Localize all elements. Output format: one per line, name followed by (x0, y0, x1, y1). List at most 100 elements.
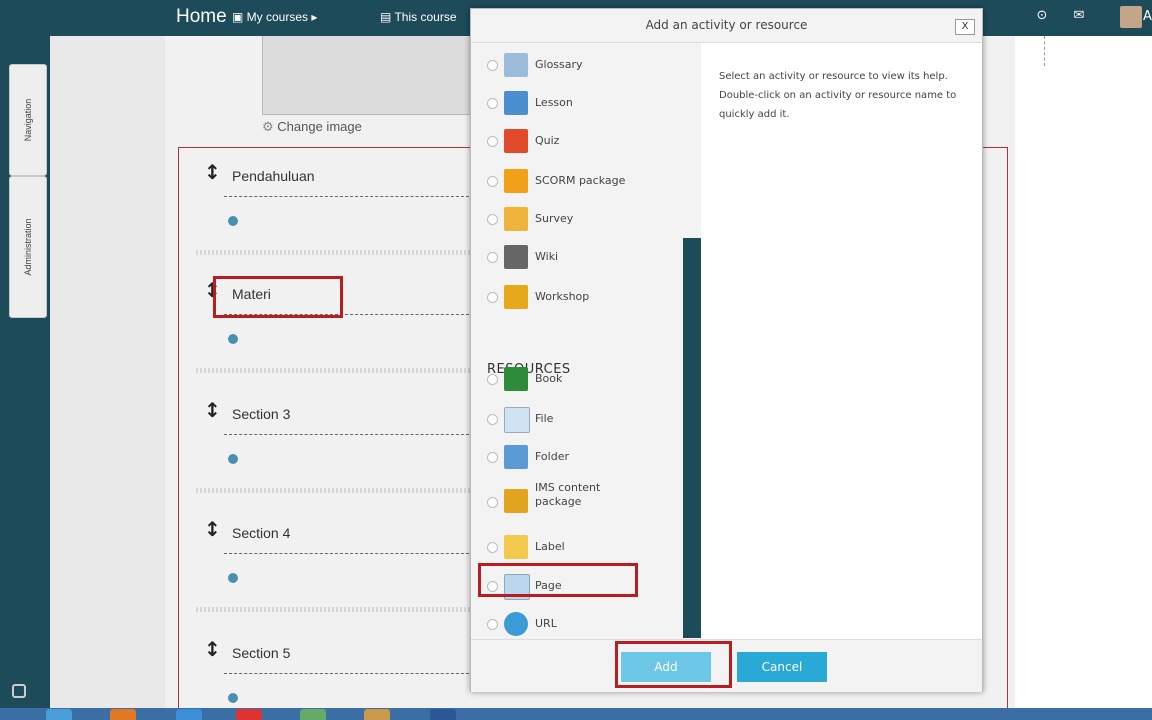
option-label: Wiki (535, 250, 559, 263)
option-label: SCORM package (535, 174, 626, 187)
start-icon[interactable] (46, 709, 72, 720)
user-menu-label[interactable]: A (1143, 9, 1152, 24)
option-ims[interactable]: IMS content package (487, 481, 677, 521)
change-image-label: Change image (277, 119, 362, 134)
my-courses-label: My courses ▸ (246, 10, 318, 24)
administration-tab-label: Administration (23, 218, 33, 276)
administration-dock-tab[interactable]: Administration (9, 176, 47, 318)
radio-button[interactable] (487, 214, 498, 225)
section-separator (196, 368, 476, 373)
scrollbar-thumb[interactable] (683, 238, 701, 638)
taskbar-app-icon[interactable] (176, 709, 202, 720)
radio-button[interactable] (487, 414, 498, 425)
edit-gear-icon[interactable] (228, 454, 238, 464)
radio-button[interactable] (487, 136, 498, 147)
option-label: Label (535, 540, 565, 553)
radio-button[interactable] (487, 542, 498, 553)
right-divider (1044, 36, 1045, 66)
taskbar-app-icon[interactable] (430, 709, 456, 720)
messages-icon[interactable]: ✉ (1072, 9, 1086, 23)
move-arrow-icon[interactable]: ↕ (204, 398, 221, 422)
this-course-label: This course (394, 10, 457, 24)
radio-button[interactable] (487, 252, 498, 263)
home-link[interactable]: Home (176, 6, 227, 28)
radio-button[interactable] (487, 619, 498, 630)
taskbar-app-icon[interactable] (300, 709, 326, 720)
move-arrow-icon[interactable]: ↕ (204, 517, 221, 541)
radio-button[interactable] (487, 176, 498, 187)
folder-icon (504, 445, 528, 469)
help-icon[interactable]: ⊙ (1035, 9, 1049, 23)
option-label: Lesson (535, 96, 573, 109)
course-image (262, 36, 474, 115)
edit-gear-icon[interactable] (228, 693, 238, 703)
move-arrow-icon[interactable]: ↕ (204, 160, 221, 184)
close-button[interactable]: X (955, 19, 975, 35)
glossary-icon (504, 53, 528, 77)
option-workshop[interactable]: Workshop (487, 283, 677, 313)
option-wiki[interactable]: Wiki (487, 243, 677, 273)
navigation-dock-tab[interactable]: Navigation (9, 64, 47, 176)
dialog-header: Add an activity or resource X (471, 9, 982, 43)
section-separator (196, 250, 476, 255)
option-url[interactable]: URL (487, 610, 677, 639)
my-courses-menu[interactable]: ▣ My courses ▸ (232, 10, 317, 24)
edit-gear-icon[interactable] (228, 334, 238, 344)
add-highlight (615, 641, 732, 688)
option-glossary[interactable]: Glossary (487, 51, 677, 81)
edit-gear-icon[interactable] (228, 216, 238, 226)
options-list[interactable]: Glossary Lesson Quiz SCORM package Surve… (471, 43, 683, 639)
option-file[interactable]: File (487, 405, 677, 435)
option-survey[interactable]: Survey (487, 205, 677, 235)
option-label-resource[interactable]: Label (487, 533, 677, 563)
survey-icon (504, 207, 528, 231)
quiz-icon (504, 129, 528, 153)
radio-button[interactable] (487, 98, 498, 109)
avatar[interactable] (1120, 6, 1142, 28)
radio-button[interactable] (487, 374, 498, 385)
change-image-link[interactable]: ⚙ Change image (262, 119, 362, 135)
section-title[interactable]: Section 5 (232, 645, 290, 661)
move-arrow-icon[interactable]: ↕ (204, 637, 221, 661)
workshop-icon (504, 285, 528, 309)
courses-icon: ▣ (232, 10, 247, 24)
option-book[interactable]: Book (487, 365, 677, 395)
dock-toggle-icon[interactable] (12, 684, 26, 698)
label-icon (504, 535, 528, 559)
help-pane: Select an activity or resource to view i… (701, 43, 982, 639)
gear-icon: ⚙ (262, 119, 278, 134)
radio-button[interactable] (487, 497, 498, 508)
radio-button[interactable] (487, 452, 498, 463)
section-divider (224, 434, 474, 435)
wiki-icon (504, 245, 528, 269)
section-divider (224, 553, 474, 554)
navigation-tab-label: Navigation (23, 98, 33, 142)
option-label: Survey (535, 212, 574, 225)
taskbar-app-icon[interactable] (236, 709, 262, 720)
this-course-menu[interactable]: ▤ This course (380, 10, 464, 24)
section-title[interactable]: Pendahuluan (232, 168, 315, 184)
option-label: File (535, 412, 554, 425)
book-icon (504, 367, 528, 391)
section-divider (224, 196, 474, 197)
edit-gear-icon[interactable] (228, 573, 238, 583)
cancel-button[interactable]: Cancel (737, 652, 827, 682)
taskbar-app-icon[interactable] (110, 709, 136, 720)
ims-icon (504, 489, 528, 513)
left-column (50, 36, 166, 710)
option-lesson[interactable]: Lesson (487, 89, 677, 119)
url-icon (504, 612, 528, 636)
section-title[interactable]: Section 3 (232, 406, 290, 422)
taskbar-app-icon[interactable] (364, 709, 390, 720)
windows-taskbar (0, 708, 1152, 720)
section-title[interactable]: Section 4 (232, 525, 290, 541)
lesson-icon (504, 91, 528, 115)
option-folder[interactable]: Folder (487, 443, 677, 473)
course-icon: ▤ (380, 10, 395, 24)
option-label: Quiz (535, 134, 560, 147)
scorm-icon (504, 169, 528, 193)
option-scorm[interactable]: SCORM package (487, 167, 677, 197)
radio-button[interactable] (487, 292, 498, 303)
option-quiz[interactable]: Quiz (487, 127, 677, 157)
radio-button[interactable] (487, 60, 498, 71)
